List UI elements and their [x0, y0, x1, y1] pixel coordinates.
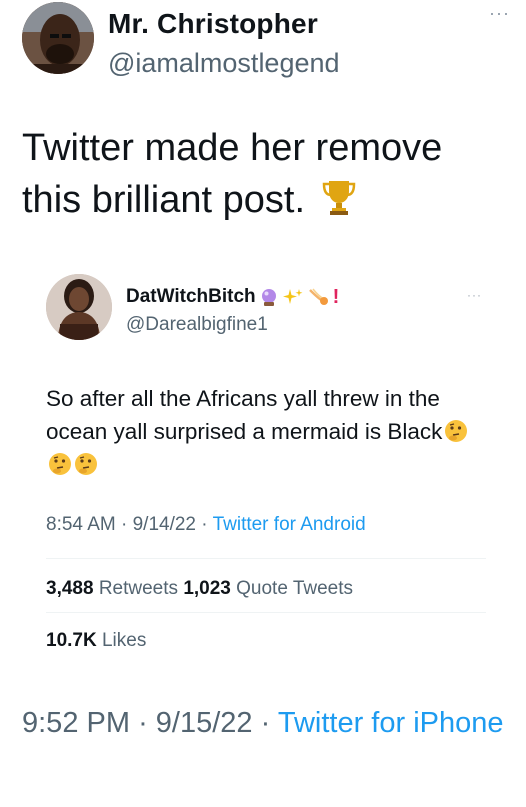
- outer-source-link[interactable]: Twitter for iPhone: [278, 707, 504, 739]
- likes-stat[interactable]: 10.7K Likes: [46, 630, 146, 651]
- outer-author-avatar[interactable]: [22, 2, 94, 74]
- avatar-photo: [46, 274, 112, 340]
- more-options-icon[interactable]: ···: [467, 288, 482, 302]
- retweets-stat[interactable]: 3,488 Retweets: [46, 578, 178, 599]
- outer-author-name[interactable]: Mr. Christopher: [108, 8, 318, 40]
- thinking-face-icon: [445, 420, 468, 442]
- outer-tweet-timestamp: 9:52 PM · 9/15/22 · Twitter for iPhone: [22, 702, 512, 744]
- quoted-author-handle[interactable]: @Darealbigfine1: [126, 314, 268, 336]
- comet-icon: [308, 288, 328, 305]
- exclamation-icon: !: [332, 286, 340, 308]
- outer-date[interactable]: 9/15/22: [156, 707, 253, 739]
- separator-dot: ·: [121, 514, 128, 535]
- divider: [46, 558, 486, 559]
- outer-time[interactable]: 9:52 PM: [22, 707, 130, 739]
- thinking-face-icon: [75, 453, 97, 475]
- trophy-icon: [322, 181, 355, 215]
- more-options-icon[interactable]: ···: [489, 4, 510, 22]
- retweet-stats-row: 3,488 Retweets 1,023 Quote Tweets: [46, 578, 353, 600]
- retweets-label: Retweets: [98, 578, 179, 599]
- quoted-tweet-text: So after all the Africans yall threw in …: [46, 382, 486, 481]
- retweets-count: 3,488: [46, 578, 94, 599]
- outer-author-handle[interactable]: @iamalmostlegend: [108, 48, 340, 79]
- divider: [46, 612, 486, 613]
- quoted-time[interactable]: 8:54 AM: [46, 514, 116, 535]
- quotes-label: Quote Tweets: [236, 578, 354, 599]
- separator-dot: ·: [201, 514, 208, 535]
- likes-stats-row: 10.7K Likes: [46, 630, 146, 652]
- quoted-author-name[interactable]: DatWitchBitch: [126, 286, 256, 308]
- quoted-date[interactable]: 9/14/22: [133, 514, 196, 535]
- separator-dot: ·: [138, 707, 148, 739]
- separator-dot: ·: [260, 707, 271, 739]
- quoted-tweet-timestamp: 8:54 AM · 9/14/22 · Twitter for Android: [46, 514, 366, 536]
- avatar-photo: [22, 2, 94, 74]
- likes-label: Likes: [101, 630, 147, 651]
- quoted-author-avatar[interactable]: [46, 274, 112, 340]
- quoted-source-link[interactable]: Twitter for Android: [213, 514, 366, 535]
- quoted-tweet-body: So after all the Africans yall threw in …: [46, 386, 443, 444]
- outer-tweet-header: Mr. Christopher @iamalmostlegend ···: [22, 2, 512, 82]
- quotes-stat[interactable]: 1,023 Quote Tweets: [183, 578, 353, 599]
- quoted-tweet[interactable]: DatWitchBitch ! @Darealbigfine1 ··· So a…: [46, 270, 486, 670]
- sparkles-icon: [282, 289, 303, 304]
- outer-tweet-text: Twitter made her remove this brilliant p…: [22, 122, 502, 226]
- quoted-author-name-row: DatWitchBitch !: [126, 286, 339, 308]
- thinking-face-icon: [49, 453, 71, 475]
- outer-tweet-body: Twitter made her remove this brilliant p…: [22, 127, 443, 221]
- crystal-ball-icon: [261, 289, 276, 306]
- likes-count: 10.7K: [46, 630, 97, 651]
- quotes-count: 1,023: [183, 578, 231, 599]
